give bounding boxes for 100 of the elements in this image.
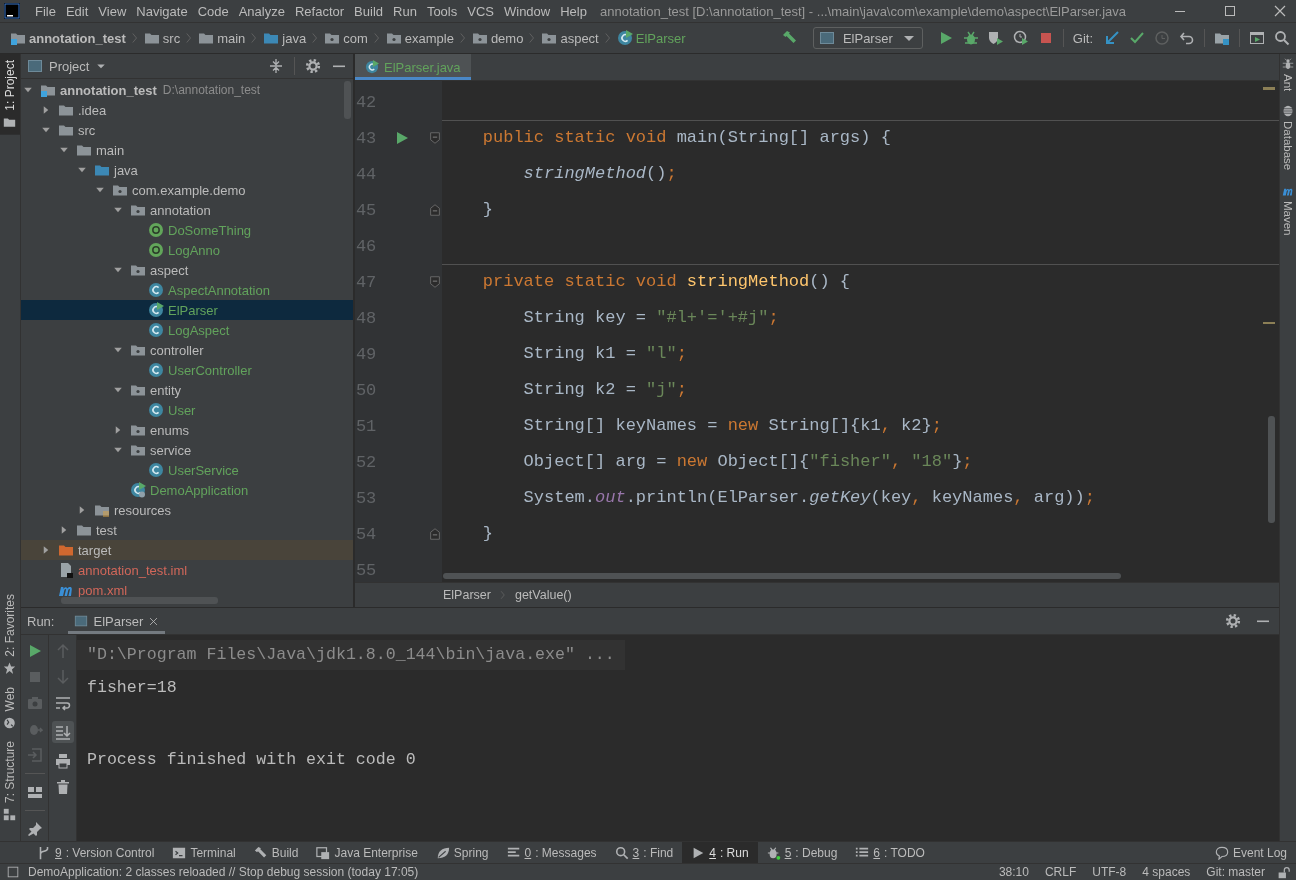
breadcrumb-item[interactable]: getValue() xyxy=(514,588,572,602)
tree-item[interactable]: test xyxy=(21,520,353,540)
menu-item[interactable]: Code xyxy=(192,3,234,19)
breadcrumb-item[interactable]: java xyxy=(261,30,309,46)
breadcrumb-item[interactable]: aspect xyxy=(539,30,601,46)
tool-window-button[interactable]: 3 : Find xyxy=(605,842,683,863)
menu-item[interactable]: Tools xyxy=(421,3,463,19)
tree-item[interactable]: DemoApplication xyxy=(21,480,353,500)
menu-item[interactable]: Analyze xyxy=(233,3,290,19)
fold-marker-icon[interactable] xyxy=(427,131,442,145)
structure-icon[interactable] xyxy=(3,808,17,821)
menu-item[interactable]: View xyxy=(93,3,132,19)
leaf-icon[interactable] xyxy=(435,845,450,860)
run-configuration-dropdown[interactable]: ElParser xyxy=(812,27,923,49)
fold-marker-icon[interactable] xyxy=(427,527,442,541)
tree-item[interactable]: annotation_test D:\annotation_test xyxy=(21,80,353,100)
tool-window-tab[interactable]: Ant xyxy=(1280,58,1295,92)
tool-window-button[interactable]: 0 : Messages xyxy=(497,842,606,863)
breadcrumb-item[interactable]: example xyxy=(383,30,456,46)
hammer-icon[interactable] xyxy=(253,845,268,860)
status-field[interactable]: 38:10 xyxy=(994,865,1033,879)
menu-item[interactable]: VCS xyxy=(462,3,499,19)
tree-item[interactable]: resources xyxy=(21,500,353,520)
tool-window-tab[interactable]: Database xyxy=(1280,105,1295,171)
tree-item[interactable]: ElParser xyxy=(21,300,353,320)
breadcrumb-item[interactable]: ElParser xyxy=(443,588,491,602)
fold-marker-icon[interactable] xyxy=(427,275,442,289)
ant-icon[interactable] xyxy=(1281,58,1294,70)
tool-window-button[interactable]: 6 : TODO xyxy=(846,842,934,863)
search-icon[interactable] xyxy=(1274,30,1290,46)
database-icon[interactable] xyxy=(1281,105,1294,118)
undo-icon[interactable] xyxy=(1179,30,1195,46)
soft-wrap-icon[interactable] xyxy=(54,695,71,711)
scrollbar-thumb[interactable] xyxy=(61,597,218,604)
tree-item[interactable]: .idea xyxy=(21,100,353,120)
status-field[interactable]: UTF-8 xyxy=(1088,865,1131,879)
coverage-icon[interactable] xyxy=(987,30,1004,46)
tool-window-tab[interactable]: 1: Project xyxy=(0,54,20,135)
tree-item[interactable]: AspectAnnotation xyxy=(21,280,353,300)
profiler-icon[interactable] xyxy=(1012,30,1029,46)
update-arrow-icon[interactable] xyxy=(1104,30,1120,46)
menu-item[interactable]: Navigate xyxy=(131,3,193,19)
window-icon[interactable] xyxy=(1249,30,1265,46)
tool-window-button[interactable]: Terminal xyxy=(163,842,245,863)
breadcrumb-item[interactable]: ElParser xyxy=(614,30,688,46)
tree-item[interactable]: entity xyxy=(21,380,353,400)
tool-window-button[interactable]: 9 : Version Control xyxy=(28,842,164,863)
breadcrumb-item[interactable]: com xyxy=(322,30,370,46)
settings-icon[interactable] xyxy=(305,58,321,74)
close-icon[interactable] xyxy=(1272,3,1288,19)
tree-item[interactable]: main xyxy=(21,140,353,160)
tree-item[interactable]: DoSomeThing xyxy=(21,220,353,240)
menu-item[interactable]: Edit xyxy=(60,3,94,19)
tree-item[interactable]: annotation xyxy=(21,200,353,220)
settings-icon[interactable] xyxy=(1225,613,1241,629)
tree-item[interactable]: UserService xyxy=(21,460,353,480)
tree-item[interactable]: annotation_test.iml xyxy=(21,560,353,580)
panel-title[interactable]: Project xyxy=(27,58,108,74)
tree-item[interactable]: target xyxy=(21,540,353,560)
panel-toggle-icon[interactable] xyxy=(6,865,20,879)
tree-item[interactable]: pom.xml xyxy=(21,580,353,600)
debug-icon[interactable] xyxy=(962,30,979,46)
fold-marker-icon[interactable] xyxy=(427,203,442,217)
breadcrumb-item[interactable]: annotation_test xyxy=(8,30,128,46)
tool-window-button[interactable]: 4 : Run xyxy=(682,842,758,863)
event-log-button[interactable]: Event Log xyxy=(1205,842,1296,863)
tree-item[interactable]: com.example.demo xyxy=(21,180,353,200)
scrollbar-thumb[interactable] xyxy=(1268,416,1275,523)
scrollbar-thumb[interactable] xyxy=(443,573,1121,579)
trash-icon[interactable] xyxy=(54,779,71,795)
star-icon[interactable] xyxy=(3,661,17,675)
hammer-icon[interactable] xyxy=(781,30,798,46)
status-field[interactable]: Git: master xyxy=(1202,865,1269,879)
collapse-all-icon[interactable] xyxy=(268,58,284,74)
java-enterprise-icon[interactable] xyxy=(316,845,331,860)
breadcrumb-item[interactable]: src xyxy=(141,30,183,46)
run-tab[interactable]: ElParser xyxy=(68,608,166,634)
speech-bubble-icon[interactable] xyxy=(1214,845,1229,860)
tree-item[interactable]: LogAnno xyxy=(21,240,353,260)
status-field[interactable]: CRLF xyxy=(1040,865,1081,879)
globe-icon[interactable] xyxy=(3,715,17,729)
tree-item[interactable]: UserController xyxy=(21,360,353,380)
tree-item[interactable]: aspect xyxy=(21,260,353,280)
tree-item[interactable]: LogAspect xyxy=(21,320,353,340)
tree-item[interactable]: java xyxy=(21,160,353,180)
tree-item[interactable]: User xyxy=(21,400,353,420)
terminal-icon[interactable] xyxy=(172,845,187,860)
tool-window-button[interactable]: Java Enterprise xyxy=(307,842,427,863)
close-icon[interactable] xyxy=(148,615,160,627)
status-field[interactable]: 4 spaces xyxy=(1138,865,1195,879)
menu-item[interactable]: Run xyxy=(388,3,422,19)
search-icon[interactable] xyxy=(614,845,629,860)
tool-window-button[interactable]: 5 : Debug xyxy=(757,842,847,863)
tree-item[interactable]: controller xyxy=(21,340,353,360)
menu-item[interactable]: File xyxy=(30,3,61,19)
maximize-icon[interactable] xyxy=(1222,3,1238,19)
pin-icon[interactable] xyxy=(26,821,43,837)
tool-window-tab[interactable]: 2: Favorites xyxy=(0,587,20,681)
tree-item[interactable]: service xyxy=(21,440,353,460)
breadcrumb-item[interactable]: main xyxy=(196,30,248,46)
